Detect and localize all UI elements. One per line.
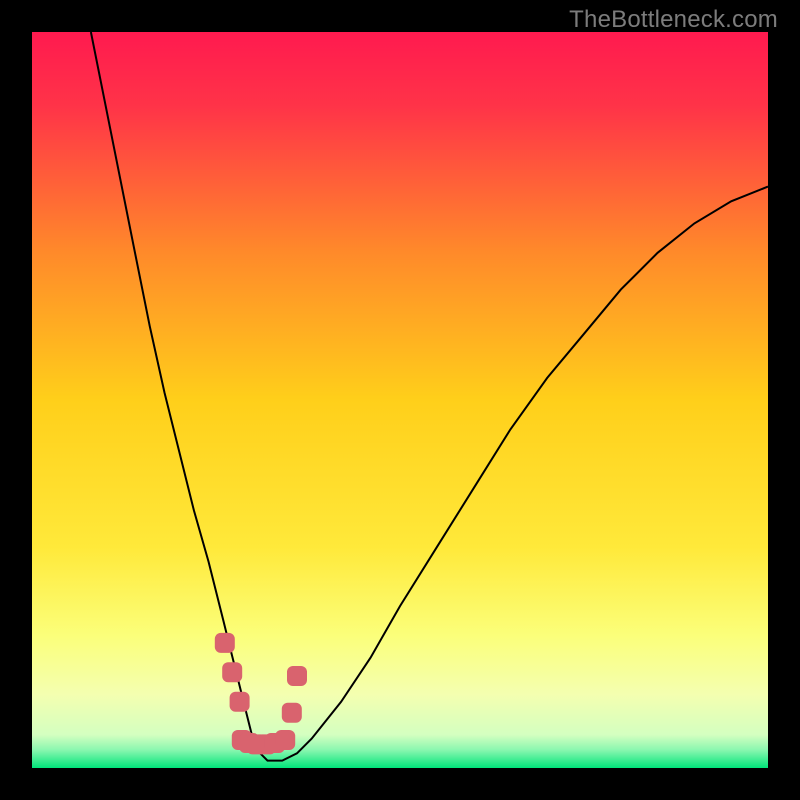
marker-point xyxy=(275,730,295,750)
chart-svg xyxy=(32,32,768,768)
chart-frame: TheBottleneck.com xyxy=(0,0,800,800)
gradient-background xyxy=(32,32,768,768)
marker-point xyxy=(222,662,242,682)
marker-point xyxy=(287,666,307,686)
marker-point xyxy=(282,703,302,723)
marker-point xyxy=(230,692,250,712)
marker-point xyxy=(215,633,235,653)
watermark-text: TheBottleneck.com xyxy=(569,6,778,34)
plot-area xyxy=(32,32,768,768)
